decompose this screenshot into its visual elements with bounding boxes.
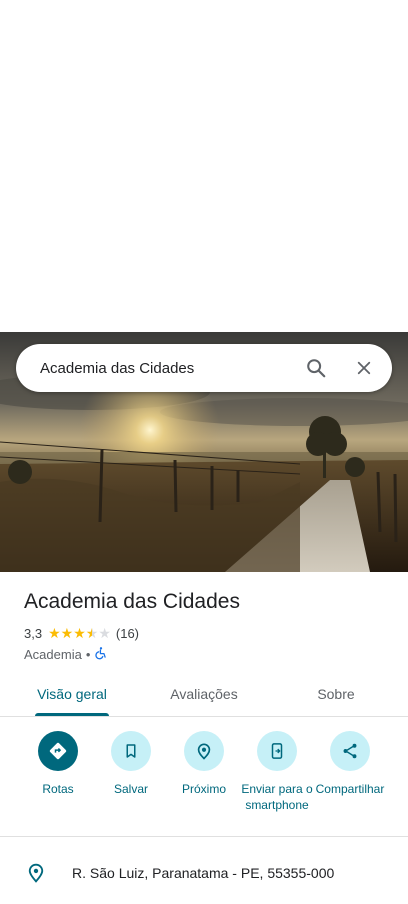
nearby-button[interactable]: Próximo <box>166 731 242 797</box>
map-area[interactable] <box>0 0 408 332</box>
send-to-phone-button[interactable]: Enviar para o smartphone <box>239 731 315 813</box>
address-text: R. São Luiz, Paranatama - PE, 55355-000 <box>72 865 335 881</box>
wheelchair-icon <box>94 646 108 663</box>
star-rating: ★ ★ ★ ★ ★ <box>48 626 111 640</box>
active-tab-indicator <box>35 713 109 716</box>
bookmark-icon <box>111 731 151 771</box>
directions-label: Rotas <box>42 782 74 796</box>
rating-value: 3,3 <box>24 625 43 641</box>
tab-about[interactable]: Sobre <box>264 672 408 716</box>
star-icon: ★ <box>73 625 86 641</box>
share-button[interactable]: Compartilhar <box>312 731 388 797</box>
send-to-phone-icon <box>257 731 297 771</box>
rating-row[interactable]: 3,3 ★ ★ ★ ★ ★ (16) <box>24 624 139 642</box>
separator: • <box>85 646 91 662</box>
star-icon: ★ <box>60 625 74 641</box>
search-bar[interactable]: Academia das Cidades <box>16 344 392 392</box>
directions-icon <box>38 731 78 771</box>
location-pin-icon <box>26 862 46 889</box>
star-empty-icon: ★ <box>98 625 111 641</box>
share-icon <box>330 731 370 771</box>
tab-overview[interactable]: Visão geral <box>0 672 144 716</box>
nearby-icon <box>184 731 224 771</box>
address-row[interactable]: R. São Luiz, Paranatama - PE, 55355-000 <box>0 856 408 892</box>
star-icon: ★ <box>48 625 61 641</box>
place-title: Academia das Cidades <box>24 590 240 613</box>
search-icon[interactable] <box>292 344 340 392</box>
nearby-label: Próximo <box>181 782 226 796</box>
tab-bar: Visão geral Avaliações Sobre <box>0 672 408 717</box>
directions-button[interactable]: Rotas <box>20 731 96 797</box>
share-label: Compartilhar <box>315 782 385 796</box>
action-buttons: Rotas Salvar Próximo Enviar para o smart… <box>0 731 408 837</box>
search-input[interactable]: Academia das Cidades <box>16 360 292 377</box>
star-half-icon: ★ <box>85 625 99 641</box>
place-category: Academia <box>24 646 82 662</box>
save-button[interactable]: Salvar <box>93 731 169 797</box>
tab-reviews[interactable]: Avaliações <box>132 672 276 716</box>
category-row: Academia • <box>24 645 108 663</box>
save-label: Salvar <box>113 782 148 796</box>
send-to-phone-label: Enviar para o smartphone <box>241 782 313 812</box>
review-count[interactable]: (16) <box>116 626 139 641</box>
close-icon[interactable] <box>340 344 388 392</box>
